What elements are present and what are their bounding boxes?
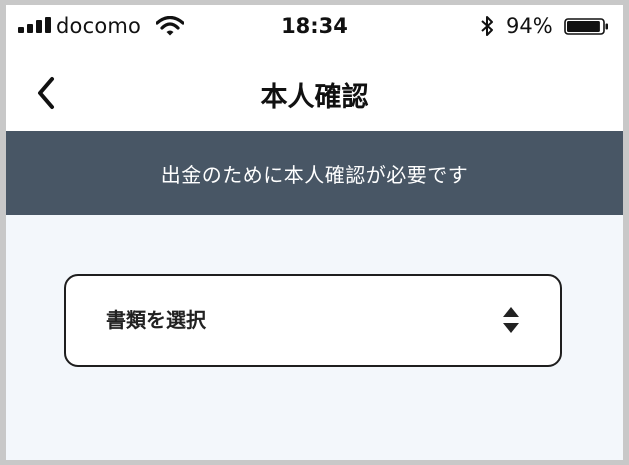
battery-icon xyxy=(564,18,608,35)
phone-screen: docomo 18:34 94% 本人確認 出金のために本人確認が必要です 書類… xyxy=(6,5,623,460)
status-bar: docomo 18:34 94% xyxy=(6,5,623,51)
sort-arrows-icon xyxy=(503,307,519,333)
notice-message: 出金のために本人確認が必要です xyxy=(160,162,469,187)
battery-percent: 94% xyxy=(506,14,553,38)
page-title: 本人確認 xyxy=(260,82,369,113)
select-value: 書類を選択 xyxy=(106,308,206,332)
navigation-bar: 本人確認 xyxy=(6,51,623,131)
notice-banner: 出金のために本人確認が必要です xyxy=(6,131,623,215)
main-content: 書類を選択 xyxy=(6,215,623,460)
document-type-select[interactable]: 書類を選択 xyxy=(64,274,562,367)
bluetooth-icon xyxy=(481,16,493,36)
